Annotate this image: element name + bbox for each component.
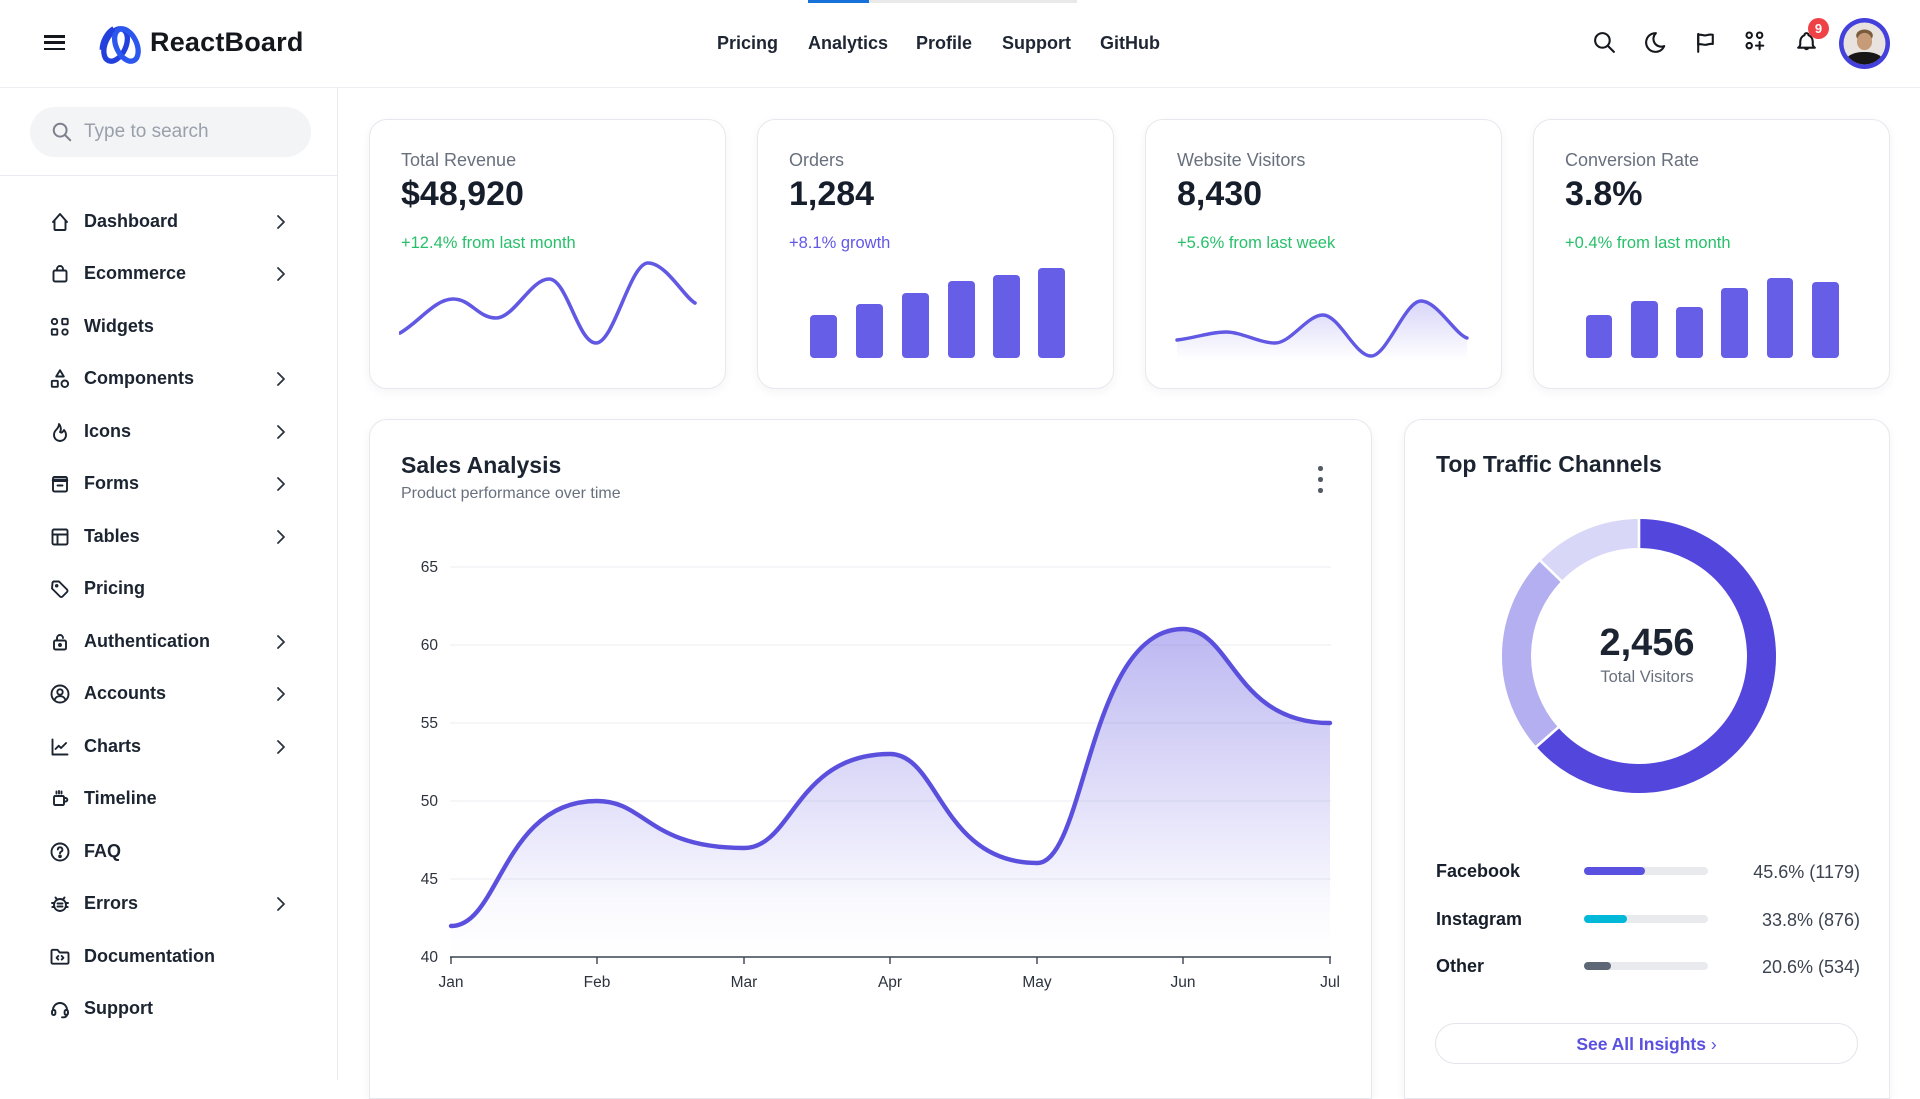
svg-text:60: 60 — [421, 637, 439, 654]
svg-text:50: 50 — [421, 793, 439, 810]
svg-text:Jun: Jun — [1171, 974, 1196, 991]
svg-text:Jul: Jul — [1320, 974, 1340, 991]
svg-text:Apr: Apr — [878, 974, 902, 991]
svg-text:Mar: Mar — [731, 974, 758, 991]
svg-text:May: May — [1022, 974, 1052, 991]
svg-text:45: 45 — [421, 871, 438, 888]
svg-text:Jan: Jan — [439, 974, 464, 991]
svg-text:Feb: Feb — [584, 974, 611, 991]
svg-text:55: 55 — [421, 715, 438, 732]
svg-text:40: 40 — [421, 949, 439, 966]
svg-text:65: 65 — [421, 559, 438, 576]
